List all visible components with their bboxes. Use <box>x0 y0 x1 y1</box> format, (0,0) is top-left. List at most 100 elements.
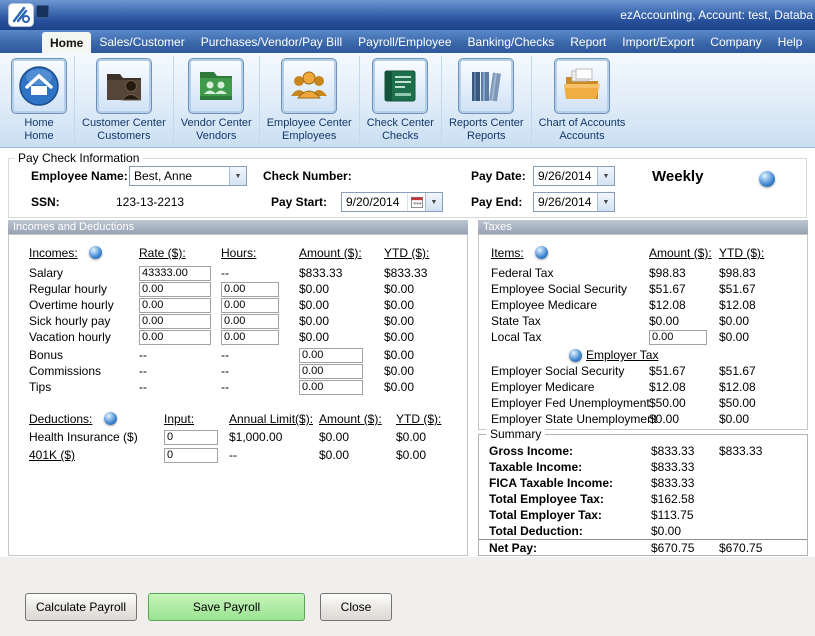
deductions-help-globe-icon[interactable] <box>104 412 117 425</box>
income-hours: -- <box>221 266 299 280</box>
deduction-ytd: $0.00 <box>396 448 467 462</box>
dropdown-arrow-icon[interactable]: ▼ <box>597 167 614 185</box>
pay-end-combobox[interactable]: 9/26/2014 ▼ <box>533 192 615 212</box>
ytd-column-header: YTD ($): <box>396 412 467 426</box>
tab-purchases-vendor-pay-bill[interactable]: Purchases/Vendor/Pay Bill <box>193 30 350 53</box>
tab-report[interactable]: Report <box>562 30 614 53</box>
401k-input[interactable] <box>164 448 218 463</box>
summary-row: Total Deduction: $0.00 <box>479 523 807 539</box>
regular-hourly-rate-input[interactable] <box>139 282 211 297</box>
income-ytd: $0.00 <box>384 298 467 312</box>
summary-amount: $0.00 <box>651 524 719 538</box>
save-payroll-button[interactable]: Save Payroll <box>148 593 305 621</box>
paycheck-help-globe-icon[interactable] <box>759 171 775 187</box>
tab-help[interactable]: Help <box>770 30 811 53</box>
commissions-amount-input[interactable] <box>299 364 363 379</box>
net-pay-amount: $670.75 <box>651 541 719 555</box>
income-label: Commissions <box>29 364 139 378</box>
tab-home[interactable]: Home <box>42 32 91 53</box>
vacation-hourly-rate-input[interactable] <box>139 330 211 345</box>
toolbar-vendor-center-title: Vendor Center <box>181 117 252 130</box>
tab-company[interactable]: Company <box>702 30 769 53</box>
vacation-hourly-hours-input[interactable] <box>221 330 279 345</box>
check-center-icon <box>372 58 428 114</box>
summary-label: Taxable Income: <box>489 460 651 474</box>
toolbar-employee-center[interactable]: Employee Center Employees <box>260 56 360 147</box>
incomes-help-globe-icon[interactable] <box>89 246 102 259</box>
income-ytd: $0.00 <box>384 314 467 328</box>
net-pay-ytd: $670.75 <box>719 541 807 555</box>
tab-payroll-employee[interactable]: Payroll/Employee <box>350 30 459 53</box>
taxes-help-globe-icon[interactable] <box>535 246 548 259</box>
summary-amount: $833.33 <box>651 444 719 458</box>
employer-tax-subheader: Employer Tax <box>569 347 658 363</box>
deduction-amount: $0.00 <box>319 448 396 462</box>
tax-amount: $98.83 <box>649 266 719 280</box>
dropdown-arrow-icon[interactable]: ▼ <box>229 167 246 185</box>
income-label: Vacation hourly <box>29 330 139 344</box>
hours-column-header: Hours: <box>221 246 299 260</box>
toolbar-reports-center[interactable]: Reports Center Reports <box>442 56 532 147</box>
local-tax-amount-input[interactable] <box>649 330 707 345</box>
tax-row: State Tax $0.00 $0.00 <box>479 313 807 329</box>
toolbar-check-center-subtitle: Checks <box>382 130 419 143</box>
sick-hourly-rate-input[interactable] <box>139 314 211 329</box>
net-pay-label: Net Pay: <box>489 541 651 555</box>
tax-amount: $51.67 <box>649 282 719 296</box>
summary-amount: $833.33 <box>651 460 719 474</box>
income-rate: -- <box>139 364 221 378</box>
toolbar-customer-center-subtitle: Customers <box>97 130 150 143</box>
dropdown-arrow-icon[interactable]: ▼ <box>597 193 614 211</box>
tab-sales-customer[interactable]: Sales/Customer <box>91 30 192 53</box>
overtime-hourly-rate-input[interactable] <box>139 298 211 313</box>
home-icon <box>11 58 67 114</box>
bonus-amount-input[interactable] <box>299 348 363 363</box>
tax-ytd: $51.67 <box>719 282 807 296</box>
deduction-label-401k[interactable]: 401K ($) <box>29 448 164 462</box>
income-row: Tips -- -- $0.00 <box>9 379 467 395</box>
regular-hourly-hours-input[interactable] <box>221 282 279 297</box>
close-button[interactable]: Close <box>320 593 392 621</box>
pay-end-label: Pay End: <box>471 195 522 209</box>
toolbar-chart-of-accounts[interactable]: Chart of Accounts Accounts <box>532 56 633 147</box>
sick-hourly-hours-input[interactable] <box>221 314 279 329</box>
toolbar-check-center-title: Check Center <box>367 117 434 130</box>
input-column-header: Input: <box>164 412 229 426</box>
income-amount: $0.00 <box>299 330 384 344</box>
toolbar-employee-center-subtitle: Employees <box>282 130 336 143</box>
income-amount: $0.00 <box>299 314 384 328</box>
deduction-row: 401K ($) -- $0.00 $0.00 <box>9 447 467 463</box>
calculate-payroll-button[interactable]: Calculate Payroll <box>25 593 137 621</box>
pay-start-datepicker[interactable]: 9/20/2014 ▼ <box>341 192 443 212</box>
pay-date-combobox[interactable]: 9/26/2014 ▼ <box>533 166 615 186</box>
summary-row: Total Employer Tax: $113.75 <box>479 507 807 523</box>
dropdown-arrow-icon[interactable]: ▼ <box>425 193 442 211</box>
toolbar-check-center[interactable]: Check Center Checks <box>360 56 442 147</box>
deduction-row: Health Insurance ($) $1,000.00 $0.00 $0.… <box>9 429 467 445</box>
salary-rate-input[interactable] <box>139 266 211 281</box>
net-pay-row: Net Pay: $670.75 $670.75 <box>479 539 807 555</box>
toolbar-vendor-center[interactable]: Vendor Center Vendors <box>174 56 260 147</box>
tab-banking-checks[interactable]: Banking/Checks <box>460 30 563 53</box>
income-label: Sick hourly pay <box>29 314 139 328</box>
employer-tax-help-globe-icon[interactable] <box>569 349 582 362</box>
tips-amount-input[interactable] <box>299 380 363 395</box>
summary-row: Total Employee Tax: $162.58 <box>479 491 807 507</box>
tax-amount: $51.67 <box>649 364 719 378</box>
employee-name-combobox[interactable]: Best, Anne ▼ <box>129 166 247 186</box>
toolbar-home[interactable]: Home Home <box>4 56 75 147</box>
income-label: Tips <box>29 380 139 394</box>
health-insurance-input[interactable] <box>164 430 218 445</box>
tax-row: Local Tax $0.00 <box>479 329 807 345</box>
income-row: Bonus -- -- $0.00 <box>9 347 467 363</box>
incomes-deductions-header-text: Incomes and Deductions <box>13 221 134 233</box>
toolbar-employee-center-title: Employee Center <box>267 117 352 130</box>
toolbar-chart-of-accounts-subtitle: Accounts <box>559 130 604 143</box>
toolbar-home-title: Home <box>24 117 53 130</box>
toolbar-customer-center[interactable]: Customer Center Customers <box>75 56 174 147</box>
tab-import-export[interactable]: Import/Export <box>614 30 702 53</box>
pay-date-label: Pay Date: <box>471 169 526 183</box>
paycheck-info-group: Pay Check Information Employee Name: Bes… <box>8 158 807 218</box>
overtime-hourly-hours-input[interactable] <box>221 298 279 313</box>
summary-label: Total Employer Tax: <box>489 508 651 522</box>
